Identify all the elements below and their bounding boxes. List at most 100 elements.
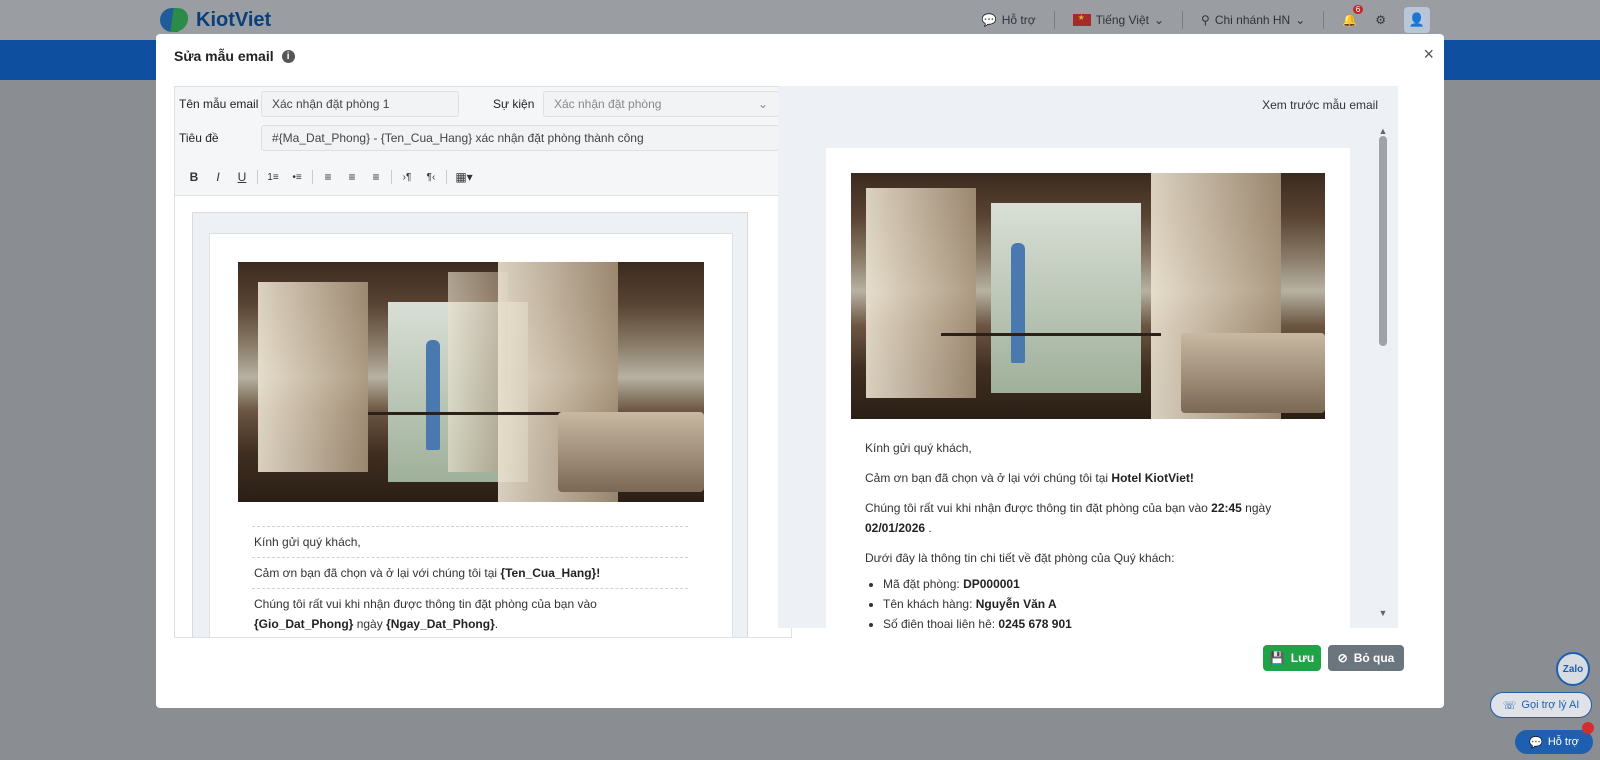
ai-assistant-label: Gọi trợ lý AI	[1521, 699, 1580, 711]
editor-info-line: Chúng tôi rất vui khi nhận được thông ti…	[252, 588, 688, 637]
editor-date-text: ngày	[356, 617, 387, 631]
booking-date: 02/01/2026	[865, 521, 926, 535]
scroll-up-icon[interactable]: ▲	[1378, 126, 1388, 136]
vietnam-flag-icon	[1072, 13, 1091, 26]
support-label: Hỗ trợ	[1001, 13, 1036, 27]
ltr-button[interactable]: ›¶	[396, 167, 418, 187]
editor-pane: Tên mẫu email Xác nhận đặt phòng 1 Sự ki…	[174, 86, 792, 638]
event-select[interactable]: Xác nhận đặt phòng ⌄	[543, 91, 779, 117]
logo-text: KiotViet	[196, 8, 272, 31]
period: .	[925, 521, 932, 535]
template-name-row: Tên mẫu email Xác nhận đặt phòng 1	[179, 91, 459, 117]
editor-thanks-text: Cảm ơn bạn đã chọn và ở lại với chúng tô…	[254, 566, 501, 580]
support-chat-button[interactable]: 💬 Hỗ trợ	[1515, 730, 1593, 754]
editor-text-block: Kính gửi quý khách, Cảm ơn bạn đã chọn v…	[252, 526, 688, 637]
template-name-input[interactable]: Xác nhận đặt phòng 1	[261, 91, 459, 117]
branch-select[interactable]: ⚲ Chi nhánh HN ⌄	[1201, 13, 1305, 27]
avatar[interactable]: 👤	[1404, 7, 1430, 33]
template-name-label: Tên mẫu email	[179, 97, 259, 111]
preview-scrollbar[interactable]: ▲ ▼	[1378, 126, 1388, 622]
booking-date-variable: {Ngay_Dat_Phong}	[386, 617, 495, 631]
align-right-button[interactable]: ≡	[365, 167, 387, 187]
hotel-room-image	[851, 173, 1325, 419]
close-icon[interactable]: ×	[1423, 44, 1434, 65]
italic-button[interactable]: I	[207, 167, 229, 187]
location-pin-icon: ⚲	[1201, 13, 1210, 27]
detail-value: DP000001	[963, 577, 1020, 591]
settings-button[interactable]: ⚙	[1375, 13, 1386, 27]
booking-time: 22:45	[1211, 501, 1242, 515]
language-label: Tiếng Việt	[1095, 13, 1149, 27]
language-select[interactable]: Tiếng Việt ⌄	[1072, 13, 1164, 27]
zalo-button[interactable]: Zalo	[1556, 652, 1590, 686]
bell-icon: 🔔	[1342, 13, 1358, 27]
skip-label: Bỏ qua	[1353, 651, 1395, 665]
event-value: Xác nhận đặt phòng	[554, 97, 662, 111]
preview-label: Xem trước mẫu email	[1262, 98, 1378, 112]
booking-details-list: Mã đặt phòng: DP000001 Tên khách hàng: N…	[865, 574, 1305, 628]
exclamation: !	[596, 566, 601, 580]
shop-name: Hotel KiotViet!	[1111, 471, 1194, 485]
save-button[interactable]: 💾 Lưu	[1263, 645, 1321, 671]
divider	[312, 170, 313, 184]
scroll-down-icon[interactable]: ▼	[1378, 608, 1388, 618]
edit-email-template-dialog: Sửa mẫu email i × Tên mẫu email Xác nhận…	[156, 34, 1444, 708]
preview-pane: Xem trước mẫu email Kính gửi quý khách, …	[778, 86, 1398, 628]
list-item: Số điện thoại liên hệ: 0245 678 901	[883, 614, 1305, 628]
detail-value: 0245 678 901	[998, 617, 1072, 628]
skip-button[interactable]: ⊘ Bỏ qua	[1328, 645, 1404, 671]
ordered-list-button[interactable]: 1≡	[262, 167, 284, 187]
detail-label: Tên khách hàng:	[883, 597, 976, 611]
align-left-button[interactable]: ≡	[317, 167, 339, 187]
divider	[446, 170, 447, 184]
chevron-down-icon: ⌄	[757, 97, 768, 111]
booking-time-variable: {Gio_Dat_Phong}	[254, 617, 354, 631]
dialog-header: Sửa mẫu email i	[174, 48, 295, 64]
preview-thanks-line: Cảm ơn bạn đã chọn và ở lại với chúng tô…	[865, 468, 1305, 488]
logo-icon	[160, 6, 190, 34]
divider	[257, 170, 258, 184]
unordered-list-button[interactable]: •≡	[286, 167, 308, 187]
period: .	[494, 617, 499, 631]
table-button[interactable]: ▦▾	[451, 167, 477, 187]
zalo-label: Zalo	[1562, 663, 1584, 675]
bold-button[interactable]: B	[183, 167, 205, 187]
editor-info-text: Chúng tôi rất vui khi nhận được thông ti…	[254, 597, 597, 611]
support-link[interactable]: 💬 Hỗ trợ	[982, 13, 1036, 27]
preview-thanks-text: Cảm ơn bạn đã chọn và ở lại với chúng tô…	[865, 471, 1112, 485]
subject-input[interactable]: #{Ma_Dat_Phong} - {Ten_Cua_Hang} xác nhậ…	[261, 125, 779, 151]
underline-button[interactable]: U	[231, 167, 253, 187]
chevron-down-icon: ⌄	[1295, 13, 1306, 27]
event-row: Sự kiện Xác nhận đặt phòng ⌄	[493, 91, 779, 117]
event-label: Sự kiện	[493, 97, 535, 111]
list-item: Mã đặt phòng: DP000001	[883, 574, 1305, 594]
info-icon[interactable]: i	[281, 49, 295, 63]
divider	[1323, 11, 1325, 29]
preview-info-text: Chúng tôi rất vui khi nhận được thông ti…	[865, 501, 1212, 515]
preview-date-text: ngày	[1241, 501, 1272, 515]
user-icon: 👤	[1408, 12, 1426, 27]
detail-label: Số điện thoại liên hệ:	[883, 617, 999, 628]
chat-icon: 💬	[981, 13, 997, 27]
preview-details-intro: Dưới đây là thông tin chi tiết về đặt ph…	[865, 551, 1175, 565]
preview-email-card: Kính gửi quý khách, Cảm ơn bạn đã chọn v…	[826, 148, 1350, 628]
divider	[391, 170, 392, 184]
ai-assistant-button[interactable]: ☏ Gọi trợ lý AI	[1490, 692, 1592, 718]
hotel-room-image	[238, 262, 704, 502]
editor-toolbar: B I U 1≡ •≡ ≡ ≡ ≡ ›¶ ¶‹ ▦▾	[183, 166, 477, 188]
detail-label: Mã đặt phòng:	[883, 577, 964, 591]
scroll-thumb[interactable]	[1379, 136, 1387, 346]
kiotviet-logo[interactable]: KiotViet	[160, 6, 271, 34]
ban-icon: ⊘	[1337, 651, 1348, 665]
shop-name-variable: {Ten_Cua_Hang}	[500, 566, 597, 580]
notification-button[interactable]: 🔔 6	[1342, 5, 1364, 27]
branch-label: Chi nhánh HN	[1214, 13, 1291, 27]
email-body-wrapper: Kính gửi quý khách, Cảm ơn bạn đã chọn v…	[192, 212, 748, 637]
align-center-button[interactable]: ≡	[341, 167, 363, 187]
subject-label: Tiêu đề	[179, 131, 219, 145]
rtl-button[interactable]: ¶‹	[420, 167, 442, 187]
notification-dot	[1582, 722, 1594, 734]
editor-content-area[interactable]: Kính gửi quý khách, Cảm ơn bạn đã chọn v…	[175, 195, 791, 637]
gear-icon: ⚙	[1375, 13, 1386, 27]
detail-value: Nguyễn Văn A	[975, 597, 1057, 611]
